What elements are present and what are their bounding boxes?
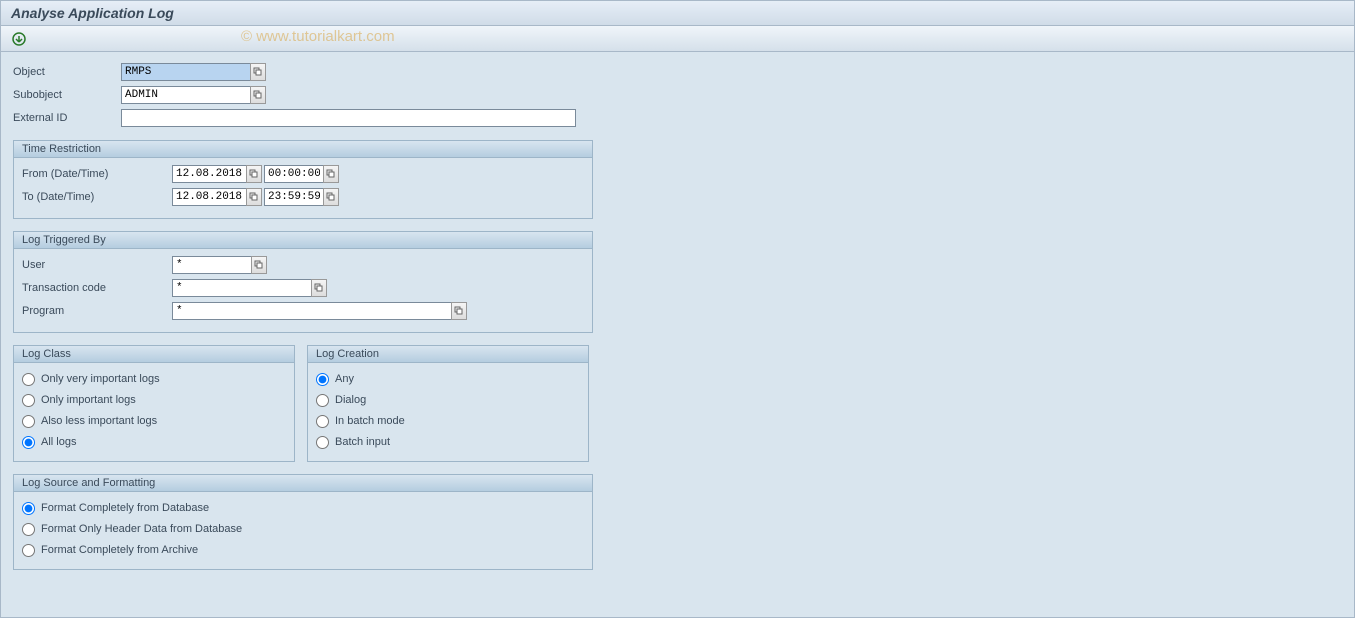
object-input[interactable]	[121, 63, 251, 81]
log-creation-opt3-row: In batch mode	[316, 411, 580, 431]
log-creation-header: Log Creation	[308, 346, 588, 363]
log-creation-opt4-label[interactable]: Batch input	[335, 436, 390, 448]
log-class-opt2-label[interactable]: Only important logs	[41, 394, 136, 406]
watermark: © www.tutorialkart.com	[241, 28, 395, 45]
log-creation-opt1-radio[interactable]	[316, 373, 329, 386]
log-source-opt3-label[interactable]: Format Completely from Archive	[41, 544, 198, 556]
page-title: Analyse Application Log	[11, 5, 174, 21]
log-class-opt3-label[interactable]: Also less important logs	[41, 415, 157, 427]
log-source-header: Log Source and Formatting	[14, 475, 592, 492]
log-source-opt1-label[interactable]: Format Completely from Database	[41, 502, 209, 514]
time-restriction-panel: Time Restriction From (Date/Time) To (Da…	[13, 140, 593, 219]
external-id-label: External ID	[13, 112, 121, 124]
log-class-opt2-row: Only important logs	[22, 390, 286, 410]
log-creation-opt4-row: Batch input	[316, 432, 580, 452]
log-class-opt1-row: Only very important logs	[22, 369, 286, 389]
to-time-input[interactable]	[264, 188, 324, 206]
log-creation-opt2-row: Dialog	[316, 390, 580, 410]
log-source-opt1-row: Format Completely from Database	[22, 498, 584, 518]
object-help-button[interactable]	[250, 63, 266, 81]
log-source-opt2-radio[interactable]	[22, 523, 35, 536]
to-time-help-button[interactable]	[323, 188, 339, 206]
object-label: Object	[13, 66, 121, 78]
log-source-panel: Log Source and Formatting Format Complet…	[13, 474, 593, 570]
log-class-opt1-label[interactable]: Only very important logs	[41, 373, 160, 385]
user-label: User	[22, 259, 172, 271]
title-bar: Analyse Application Log	[0, 0, 1355, 26]
time-restriction-header: Time Restriction	[14, 141, 592, 158]
to-label: To (Date/Time)	[22, 191, 172, 203]
tcode-label: Transaction code	[22, 282, 172, 294]
user-row: User	[22, 255, 584, 275]
class-creation-row: Log Class Only very important logs Only …	[13, 345, 1342, 462]
log-creation-panel: Log Creation Any Dialog In batch mode Ba…	[307, 345, 589, 462]
log-creation-opt3-radio[interactable]	[316, 415, 329, 428]
log-creation-opt1-label[interactable]: Any	[335, 373, 354, 385]
log-class-opt3-row: Also less important logs	[22, 411, 286, 431]
log-class-header: Log Class	[14, 346, 294, 363]
log-class-opt3-radio[interactable]	[22, 415, 35, 428]
log-class-opt2-radio[interactable]	[22, 394, 35, 407]
subobject-row: Subobject	[13, 85, 593, 105]
log-class-opt4-label[interactable]: All logs	[41, 436, 76, 448]
log-source-opt3-row: Format Completely from Archive	[22, 540, 584, 560]
log-creation-opt3-label[interactable]: In batch mode	[335, 415, 405, 427]
log-class-opt1-radio[interactable]	[22, 373, 35, 386]
log-class-opt4-radio[interactable]	[22, 436, 35, 449]
program-row: Program	[22, 301, 584, 321]
subobject-input[interactable]	[121, 86, 251, 104]
log-class-opt4-row: All logs	[22, 432, 286, 452]
to-date-input[interactable]	[172, 188, 247, 206]
tcode-row: Transaction code	[22, 278, 584, 298]
log-triggered-header: Log Triggered By	[14, 232, 592, 249]
subobject-help-button[interactable]	[250, 86, 266, 104]
external-id-row: External ID	[13, 108, 593, 128]
to-row: To (Date/Time)	[22, 187, 584, 207]
user-input[interactable]	[172, 256, 252, 274]
program-input[interactable]	[172, 302, 452, 320]
log-class-panel: Log Class Only very important logs Only …	[13, 345, 295, 462]
top-fields: Object Subobject External ID	[13, 62, 593, 128]
from-time-input[interactable]	[264, 165, 324, 183]
log-creation-opt2-radio[interactable]	[316, 394, 329, 407]
from-row: From (Date/Time)	[22, 164, 584, 184]
tcode-help-button[interactable]	[311, 279, 327, 297]
log-source-opt2-label[interactable]: Format Only Header Data from Database	[41, 523, 242, 535]
from-label: From (Date/Time)	[22, 168, 172, 180]
user-help-button[interactable]	[251, 256, 267, 274]
execute-icon[interactable]	[11, 31, 27, 47]
log-source-opt2-row: Format Only Header Data from Database	[22, 519, 584, 539]
toolbar: © www.tutorialkart.com	[0, 26, 1355, 52]
object-row: Object	[13, 62, 593, 82]
program-label: Program	[22, 305, 172, 317]
content-area: Object Subobject External ID Time Restri…	[0, 52, 1355, 618]
from-time-help-button[interactable]	[323, 165, 339, 183]
to-date-help-button[interactable]	[246, 188, 262, 206]
log-creation-opt4-radio[interactable]	[316, 436, 329, 449]
log-creation-opt2-label[interactable]: Dialog	[335, 394, 366, 406]
from-date-help-button[interactable]	[246, 165, 262, 183]
tcode-input[interactable]	[172, 279, 312, 297]
from-date-input[interactable]	[172, 165, 247, 183]
external-id-input[interactable]	[121, 109, 576, 127]
log-source-opt1-radio[interactable]	[22, 502, 35, 515]
subobject-label: Subobject	[13, 89, 121, 101]
log-triggered-panel: Log Triggered By User Transaction code P…	[13, 231, 593, 333]
program-help-button[interactable]	[451, 302, 467, 320]
log-source-opt3-radio[interactable]	[22, 544, 35, 557]
log-creation-opt1-row: Any	[316, 369, 580, 389]
